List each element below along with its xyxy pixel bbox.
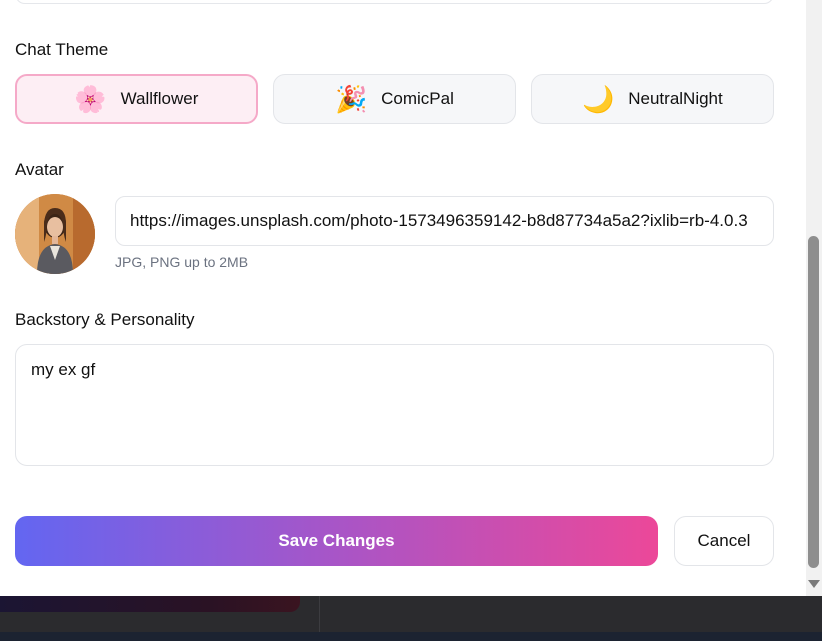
- bottom-strip: [0, 632, 822, 641]
- chat-theme-label: Chat Theme: [15, 40, 109, 59]
- cancel-button[interactable]: Cancel: [674, 516, 774, 566]
- edit-character-modal: Chat Theme 🌸 Wallflower 🎉 ComicPal 🌙 Neu…: [0, 0, 806, 596]
- theme-option-label: ComicPal: [381, 89, 454, 108]
- theme-option-neutralnight[interactable]: 🌙 NeutralNight: [531, 74, 774, 124]
- theme-option-label: Wallflower: [120, 89, 199, 108]
- theme-option-label: NeutralNight: [628, 89, 723, 108]
- party-popper-icon: 🎉: [334, 84, 368, 114]
- scroll-down-arrow-icon[interactable]: [808, 580, 820, 588]
- backstory-textarea[interactable]: my ex gf: [15, 344, 774, 466]
- background-panel: [0, 596, 300, 612]
- divider: [319, 596, 320, 632]
- avatar-hint: JPG, PNG up to 2MB: [115, 254, 249, 270]
- save-changes-button[interactable]: Save Changes: [15, 516, 658, 566]
- theme-option-wallflower[interactable]: 🌸 Wallflower: [15, 74, 258, 124]
- theme-option-comicpal[interactable]: 🎉 ComicPal: [273, 74, 516, 124]
- avatar-url-input[interactable]: https://images.unsplash.com/photo-157349…: [115, 196, 774, 246]
- previous-field[interactable]: [15, 0, 774, 4]
- avatar[interactable]: [15, 194, 95, 274]
- backstory-label: Backstory & Personality: [15, 310, 195, 329]
- crescent-moon-icon: 🌙: [582, 84, 615, 114]
- scrollbar-thumb[interactable]: [808, 236, 819, 568]
- avatar-label: Avatar: [15, 160, 64, 179]
- cherry-blossom-icon: 🌸: [74, 84, 107, 114]
- avatar-photo: [15, 194, 95, 274]
